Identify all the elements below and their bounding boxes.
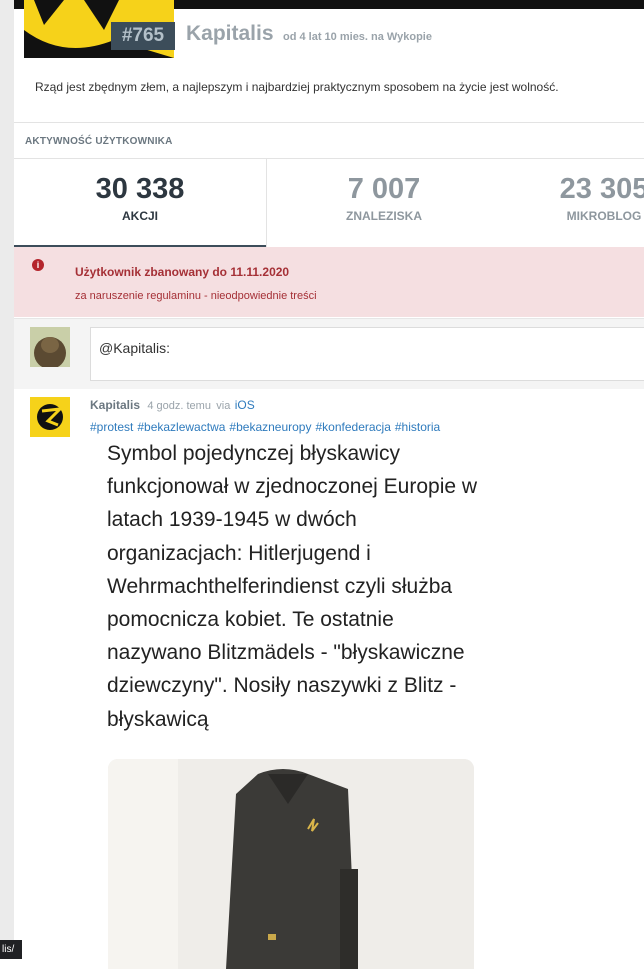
info-icon: i bbox=[32, 259, 44, 271]
left-gutter bbox=[0, 0, 14, 959]
post-author[interactable]: Kapitalis bbox=[90, 398, 140, 412]
status-url: lis/ bbox=[0, 940, 22, 959]
stat-label: MIKROBLOG bbox=[566, 209, 642, 223]
ban-notice: i Użytkownik zbanowany do 11.11.2020 za … bbox=[14, 247, 644, 317]
tag-link[interactable]: #protest bbox=[90, 420, 133, 434]
reply-avatar bbox=[30, 327, 70, 367]
rank-badge: #765 bbox=[111, 22, 175, 50]
post-header: Kapitalis 4 godz. temu via iOS bbox=[90, 398, 255, 412]
reply-section: @Kapitalis: bbox=[14, 318, 644, 389]
post-source-link[interactable]: iOS bbox=[235, 398, 255, 412]
stat-links[interactable]: 7 007 ZNALEZISKA bbox=[258, 159, 510, 247]
ban-title: Użytkownik zbanowany do 11.11.2020 bbox=[75, 265, 290, 279]
ban-reason: za naruszenie regulaminu - nieodpowiedni… bbox=[75, 290, 317, 302]
post-avatar[interactable] bbox=[30, 397, 70, 437]
post-time[interactable]: 4 godz. temu bbox=[147, 400, 211, 412]
reply-input[interactable]: @Kapitalis: bbox=[90, 327, 644, 381]
tag-link[interactable]: #bekazlewactwa bbox=[137, 420, 225, 434]
reply-input-value: @Kapitalis: bbox=[99, 340, 171, 356]
divider bbox=[14, 122, 644, 123]
stat-label: ZNALEZISKA bbox=[346, 209, 422, 223]
member-since: od 4 lat 10 mies. na Wykopie bbox=[283, 31, 432, 43]
tag-link[interactable]: #historia bbox=[395, 420, 440, 434]
stat-label: AKCJI bbox=[121, 209, 158, 223]
activity-stats: 30 338 AKCJI 7 007 ZNALEZISKA 23 305 MIK… bbox=[14, 158, 644, 247]
profile-motto: Rząd jest zbędnym złem, a najlepszym i n… bbox=[35, 80, 559, 94]
post-tags: #protest #bekazlewactwa #bekazneuropy #konf… bbox=[90, 420, 444, 434]
stat-value: 7 007 bbox=[347, 173, 421, 205]
tag-link[interactable]: #konfederacja bbox=[315, 420, 390, 434]
post-image[interactable] bbox=[108, 759, 474, 969]
stat-value: 23 305 bbox=[559, 173, 644, 205]
stat-microblog[interactable]: 23 305 MIKROBLOG bbox=[478, 159, 644, 247]
stat-actions[interactable]: 30 338 AKCJI bbox=[14, 159, 266, 247]
tag-link[interactable]: #bekazneuropy bbox=[229, 420, 311, 434]
stat-value: 30 338 bbox=[95, 173, 185, 205]
activity-heading: AKTYWNOŚĆ UŻYTKOWNIKA bbox=[25, 136, 173, 147]
profile-username[interactable]: Kapitalis bbox=[186, 22, 274, 46]
post-body: Symbol pojedynczej błyskawicy funkcjonow… bbox=[107, 442, 478, 731]
post-via: via bbox=[216, 400, 231, 412]
